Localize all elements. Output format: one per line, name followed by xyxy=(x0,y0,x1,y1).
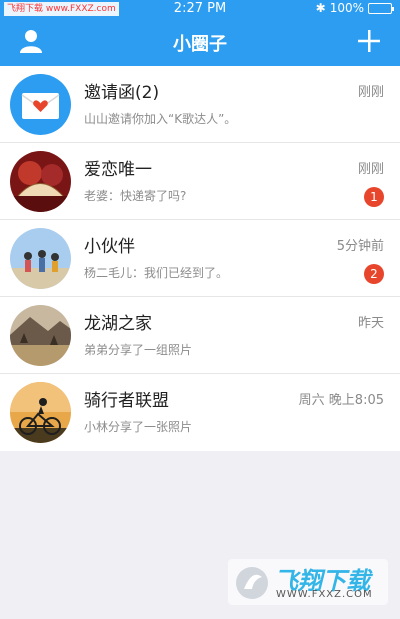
site-watermark-logo: 飞翔下载 WWW.FXXZ.COM xyxy=(228,559,388,605)
item-name: 爱恋唯一 xyxy=(84,160,152,180)
item-message: 小林分享了一张照片 xyxy=(84,420,193,434)
battery-percent: 100% xyxy=(329,1,364,15)
item-message: 老婆：快递寄了吗? xyxy=(84,189,187,203)
plus-icon[interactable] xyxy=(356,28,382,54)
item-time: 周六 晚上8:05 xyxy=(298,393,384,408)
list-item[interactable]: 龙湖之家 昨天 弟弟分享了一组照片 xyxy=(0,297,400,374)
page-title: 小圈子 xyxy=(173,34,227,55)
couple-avatar xyxy=(10,151,71,212)
unread-badge: 1 xyxy=(364,187,384,207)
list-item[interactable]: 小伙伴 5分钟前 杨二毛儿：我们已经到了。 2 xyxy=(0,220,400,297)
item-name: 小伙伴 xyxy=(84,237,135,257)
battery-icon xyxy=(368,2,394,14)
circle-list: 邀请函(2) 刚刚 山山邀请你加入“K歌达人”。 爱恋唯一 刚刚 老婆：快递寄了… xyxy=(0,66,400,451)
item-message: 弟弟分享了一组照片 xyxy=(84,343,193,357)
item-time: 刚刚 xyxy=(357,162,384,177)
watermark-sub: WWW.FXXZ.COM xyxy=(276,589,373,600)
item-name: 邀请函(2) xyxy=(84,83,160,103)
item-message: 杨二毛儿：我们已经到了。 xyxy=(84,266,229,280)
status-right: ✱ 100% xyxy=(315,1,394,15)
list-item[interactable]: 邀请函(2) 刚刚 山山邀请你加入“K歌达人”。 xyxy=(0,66,400,143)
item-time: 5分钟前 xyxy=(336,239,384,254)
unread-badge: 2 xyxy=(364,264,384,284)
status-bar: 飞翔下载 www.FXXZ.com 2:27 PM ✱ 100% xyxy=(0,0,400,18)
landscape-avatar xyxy=(10,305,71,366)
item-name: 龙湖之家 xyxy=(84,314,152,334)
logo-icon xyxy=(236,567,268,599)
invitation-envelope-icon xyxy=(10,74,71,135)
item-time: 刚刚 xyxy=(357,85,384,100)
item-message: 山山邀请你加入“K歌达人”。 xyxy=(84,112,237,126)
nav-bar: 小圈子 xyxy=(0,18,400,66)
list-item[interactable]: 爱恋唯一 刚刚 老婆：快递寄了吗? 1 xyxy=(0,143,400,220)
cyclist-avatar xyxy=(10,382,71,443)
item-name: 骑行者联盟 xyxy=(84,391,169,411)
bluetooth-icon: ✱ xyxy=(315,1,326,15)
item-time: 昨天 xyxy=(357,316,384,331)
list-item[interactable]: 骑行者联盟 周六 晚上8:05 小林分享了一张照片 xyxy=(0,374,400,451)
friends-avatar xyxy=(10,228,71,289)
